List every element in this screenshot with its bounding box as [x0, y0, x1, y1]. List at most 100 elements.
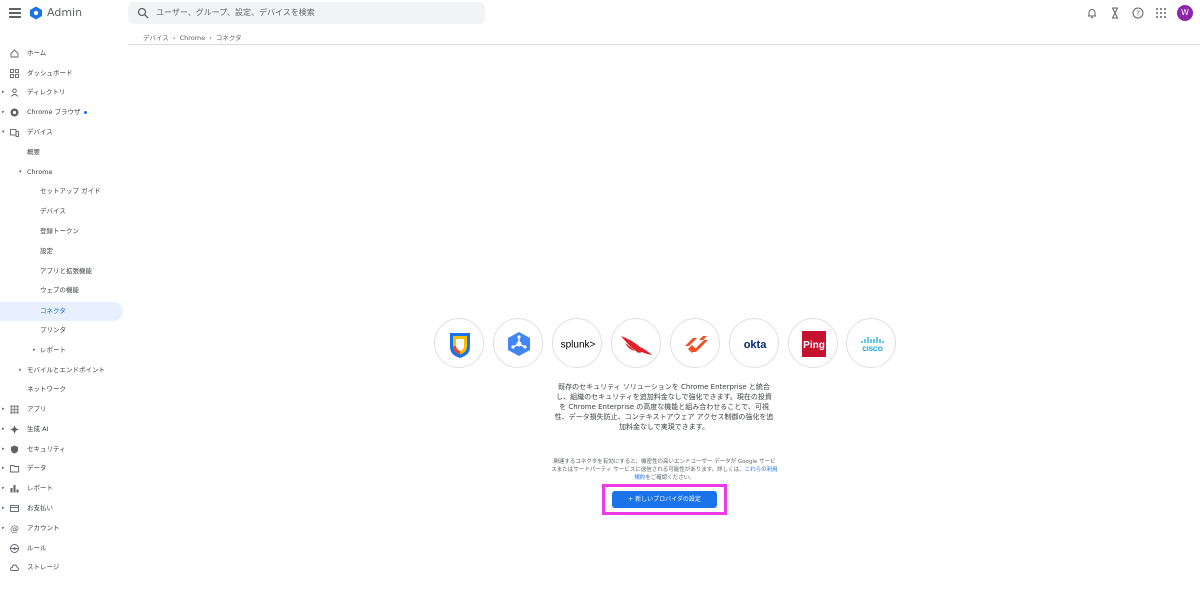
- sidebar-item-chrome-devices[interactable]: デバイス: [0, 202, 123, 221]
- sidebar-item-mobile-endpoints[interactable]: ▸ モバイルとエンドポイント: [0, 361, 123, 380]
- top-bar: Admin ユーザー、グループ、設定、デバイスを検索 ? W: [0, 0, 1200, 27]
- expand-arrow-icon[interactable]: ▸: [2, 103, 5, 122]
- provider-cisco[interactable]: CISCO: [846, 318, 896, 368]
- sidebar-item-label: レポート: [40, 346, 66, 354]
- expand-arrow-icon[interactable]: ▸: [19, 361, 22, 380]
- bar-chart-icon: [10, 485, 19, 493]
- sidebar-item-network[interactable]: ネットワーク: [0, 380, 123, 399]
- expand-arrow-icon[interactable]: ▸: [2, 459, 5, 478]
- sidebar-item-dashboard[interactable]: ダッシュボード: [0, 64, 123, 83]
- search-input[interactable]: ユーザー、グループ、設定、デバイスを検索: [156, 7, 315, 18]
- sidebar-item-label: デバイス: [27, 128, 53, 136]
- avatar[interactable]: W: [1177, 5, 1193, 21]
- provider-palo-alto[interactable]: [670, 318, 720, 368]
- sidebar-item-web-features[interactable]: ウェブの機能: [0, 281, 123, 300]
- rules-icon: [10, 544, 19, 553]
- google-admin-logo[interactable]: [29, 6, 43, 20]
- expand-arrow-icon[interactable]: ▸: [2, 519, 5, 538]
- provider-crowdstrike[interactable]: [611, 318, 661, 368]
- header-divider: [128, 44, 1200, 45]
- sidebar-item-directory[interactable]: ▸ ディレクトリ: [0, 83, 123, 102]
- sidebar-item-overview[interactable]: 概要: [0, 143, 123, 162]
- cloud-icon: [10, 564, 19, 571]
- sidebar-item-chrome-browser[interactable]: ▸ Chrome ブラウザ: [0, 103, 123, 122]
- breadcrumb: デバイス › Chrome › コネクタ: [143, 32, 244, 42]
- sidebar-item-printers[interactable]: プリンタ: [0, 321, 123, 340]
- sidebar-item-enrollment-tokens[interactable]: 登録トークン: [0, 222, 123, 241]
- expand-arrow-icon[interactable]: ▸: [2, 479, 5, 498]
- sidebar-item-chrome-reports[interactable]: ▸ レポート: [0, 341, 123, 360]
- expand-arrow-icon[interactable]: ▸: [2, 499, 5, 518]
- sidebar-item-devices[interactable]: ▾ デバイス: [0, 123, 123, 142]
- provider-okta[interactable]: okta: [729, 318, 779, 368]
- expand-arrow-icon[interactable]: ▸: [2, 440, 5, 459]
- sidebar-item-home[interactable]: ホーム: [0, 44, 123, 63]
- sparkle-icon: [10, 425, 19, 434]
- sidebar-item-label: Chrome: [27, 168, 53, 176]
- expand-arrow-icon[interactable]: ▸: [2, 420, 5, 439]
- new-indicator-dot: [83, 110, 87, 114]
- sidebar-item-label: ディレクトリ: [27, 88, 66, 96]
- search-bar[interactable]: ユーザー、グループ、設定、デバイスを検索: [128, 2, 485, 24]
- add-new-provider-button[interactable]: + 新しいプロバイダの設定: [612, 491, 717, 508]
- note-text: 関連するコネクタを有効にすると、機密性の高いエンドユーザー データが Googl…: [551, 459, 776, 473]
- sidebar-item-label: セットアップ ガイド: [40, 187, 101, 195]
- google-cloud-logo: [508, 332, 530, 356]
- apps-grid-icon[interactable]: [1155, 7, 1167, 19]
- sidebar-item-data[interactable]: ▸ データ: [0, 459, 123, 478]
- sidebar-item-account[interactable]: ▸ @ アカウント: [0, 519, 123, 538]
- sidebar-item-reports[interactable]: ▸ レポート: [0, 479, 123, 498]
- sidebar-item-setup-guide[interactable]: セットアップ ガイド: [0, 182, 123, 201]
- provider-google[interactable]: [434, 318, 484, 368]
- sidebar-item-label: ルール: [27, 544, 47, 552]
- shield-icon: [11, 445, 18, 454]
- breadcrumb-item-chrome[interactable]: Chrome: [180, 34, 206, 42]
- expand-arrow-icon[interactable]: ▸: [33, 341, 36, 360]
- data-sharing-note: 関連するコネクタを有効にすると、機密性の高いエンドユーザー データが Googl…: [551, 458, 778, 482]
- app-title[interactable]: Admin: [47, 6, 82, 19]
- sidebar-item-label: セキュリティ: [27, 445, 66, 453]
- sidebar-item-label: ネットワーク: [27, 385, 66, 393]
- expand-arrow-icon[interactable]: ▸: [2, 400, 5, 419]
- bell-icon[interactable]: [1086, 7, 1098, 19]
- breadcrumb-item-devices[interactable]: デバイス: [143, 34, 169, 42]
- sidebar-item-label: アプリ: [27, 405, 47, 413]
- sidebar-item-apps[interactable]: ▸ アプリ: [0, 400, 123, 419]
- svg-text:@: @: [10, 525, 19, 534]
- breadcrumb-separator: ›: [209, 34, 212, 42]
- sidebar-item-label: プリンタ: [40, 326, 66, 334]
- provider-splunk[interactable]: splunk>: [552, 318, 602, 368]
- splunk-logo: splunk>: [561, 340, 596, 351]
- sidebar-item-label: 概要: [27, 148, 40, 156]
- sidebar-item-gen-ai[interactable]: ▸ 生成 AI: [0, 420, 123, 439]
- sidebar-item-label: ホーム: [27, 49, 47, 57]
- sidebar-item-apps-extensions[interactable]: アプリと拡張機能: [0, 262, 123, 281]
- sidebar-item-settings[interactable]: 設定: [0, 242, 123, 261]
- hourglass-icon[interactable]: [1109, 7, 1121, 19]
- provider-ping[interactable]: Ping: [788, 318, 838, 368]
- breadcrumb-item-connectors: コネクタ: [215, 34, 242, 42]
- sidebar-item-billing[interactable]: ▸ お支払い: [0, 499, 123, 518]
- menu-icon[interactable]: [9, 8, 21, 18]
- home-icon: [10, 49, 19, 58]
- sidebar-item-storage[interactable]: ストレージ: [0, 558, 123, 577]
- collapse-arrow-icon[interactable]: ▾: [19, 163, 22, 182]
- sidebar-item-label: コネクタ: [40, 307, 66, 315]
- help-icon[interactable]: ?: [1132, 7, 1144, 19]
- credit-card-icon: [10, 505, 19, 512]
- sidebar-item-connectors[interactable]: コネクタ: [0, 302, 123, 321]
- search-icon[interactable]: [137, 7, 149, 19]
- sidebar-item-label: レポート: [27, 484, 53, 492]
- okta-logo: okta: [744, 339, 768, 351]
- sidebar-item-label: お支払い: [27, 504, 53, 512]
- sidebar-item-label: モバイルとエンドポイント: [27, 366, 105, 374]
- sidebar-item-security[interactable]: ▸ セキュリティ: [0, 440, 123, 459]
- sidebar-item-chrome[interactable]: ▾ Chrome: [0, 163, 123, 182]
- ping-identity-logo: Ping: [802, 331, 826, 357]
- expand-arrow-icon[interactable]: ▸: [2, 83, 5, 102]
- devices-icon: [10, 129, 19, 137]
- collapse-arrow-icon[interactable]: ▾: [2, 123, 5, 142]
- provider-google-cloud[interactable]: [493, 318, 543, 368]
- cisco-logo: CISCO: [861, 337, 884, 353]
- sidebar-item-rules[interactable]: ルール: [0, 539, 123, 558]
